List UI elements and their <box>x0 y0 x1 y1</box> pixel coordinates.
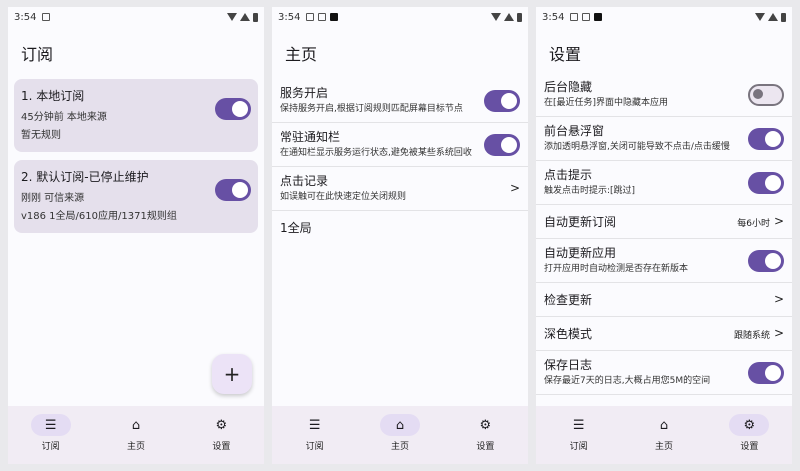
home-icon: ⌂ <box>659 417 669 433</box>
gear-icon: ⚙ <box>479 417 492 433</box>
bottom-nav: ☰ 订阅 ⌂ 主页 ⚙ 设置 <box>536 406 792 464</box>
home-icon: ⌂ <box>379 414 420 436</box>
signal-icon <box>240 13 250 21</box>
card-rules: v186 1全局/610应用/1371规则组 <box>21 211 177 222</box>
image-icon <box>570 13 579 21</box>
phone-subscriptions: 3:54 订阅 1. 本地订阅 45分钟前 本地来源 暂无规则 2. 默认订阅-… <box>8 7 264 464</box>
save-log-row[interactable]: 保存日志 保存最近7天的日志,大概占用您5M的空间 <box>536 351 792 395</box>
card-rules: 暂无规则 <box>21 130 61 141</box>
wifi-icon <box>491 13 501 21</box>
floating-window-toggle[interactable] <box>748 127 784 150</box>
click-tip-toggle[interactable] <box>748 171 784 194</box>
chevron-right-icon: > <box>773 325 784 340</box>
bottom-nav: ☰ 订阅 ⌂ 主页 ⚙ 设置 <box>272 406 528 464</box>
chevron-right-icon: > <box>773 291 784 306</box>
notification-icon <box>318 13 327 21</box>
global-count: 1全局 <box>280 221 312 235</box>
status-bar: 3:54 <box>8 7 264 27</box>
check-update-row[interactable]: 检查更新 > <box>536 283 792 317</box>
bottom-nav: ☰ 订阅 ⌂ 主页 ⚙ 设置 <box>8 406 264 464</box>
phone-home: 3:54 主页 服务开启 保持服务开启,根据订阅规则匹配屏幕目标节点 常驻通知栏… <box>272 7 528 464</box>
list-icon: ☰ <box>572 417 585 433</box>
update-interval-value: 每6小时 <box>737 218 770 229</box>
card-title: 1. 本地订阅 <box>21 89 85 103</box>
signal-icon <box>768 13 778 21</box>
status-time: 3:54 <box>278 11 301 23</box>
save-log-toggle[interactable] <box>748 361 784 384</box>
gear-icon: ⚙ <box>729 414 770 436</box>
nav-item-subscriptions[interactable]: ☰ 订阅 <box>272 406 357 464</box>
gear-icon: ⚙ <box>215 417 228 433</box>
square-icon <box>330 13 339 21</box>
add-subscription-button[interactable]: + <box>212 354 252 394</box>
subscription-card[interactable]: 2. 默认订阅-已停止维护 刚刚 可信来源 v186 1全局/610应用/137… <box>14 160 258 233</box>
square-icon <box>594 13 603 21</box>
nav-item-settings[interactable]: ⚙ 设置 <box>179 406 264 464</box>
home-icon: ⌂ <box>131 417 141 433</box>
notification-icon <box>582 13 591 21</box>
auto-update-app-row[interactable]: 自动更新应用 打开应用时自动检测是否存在新版本 <box>536 239 792 283</box>
nav-item-settings[interactable]: ⚙ 设置 <box>707 406 792 464</box>
nav-item-home[interactable]: ⌂ 主页 <box>621 406 706 464</box>
image-icon <box>306 13 315 21</box>
page-title: 设置 <box>549 45 582 64</box>
hide-background-row[interactable]: 后台隐藏 在[最近任务]界面中隐藏本应用 <box>536 73 792 117</box>
card-title: 2. 默认订阅-已停止维护 <box>21 170 149 184</box>
notification-toggle[interactable] <box>484 133 520 156</box>
nav-item-home[interactable]: ⌂ 主页 <box>93 406 178 464</box>
nav-item-settings[interactable]: ⚙ 设置 <box>443 406 528 464</box>
list-icon: ☰ <box>308 417 321 433</box>
service-row[interactable]: 服务开启 保持服务开启,根据订阅规则匹配屏幕目标节点 <box>272 79 528 123</box>
battery-icon <box>253 12 258 22</box>
battery-icon <box>781 12 786 22</box>
dark-mode-row[interactable]: 深色模式 跟随系统 > <box>536 317 792 351</box>
status-bar: 3:54 <box>536 7 792 27</box>
status-bar: 3:54 <box>272 7 528 27</box>
status-time: 3:54 <box>542 11 565 23</box>
subscription-card[interactable]: 1. 本地订阅 45分钟前 本地来源 暂无规则 <box>14 79 258 152</box>
floating-window-row[interactable]: 前台悬浮窗 添加透明悬浮窗,关闭可能导致不点击/点击缓慢 <box>536 117 792 161</box>
wifi-icon <box>755 13 765 21</box>
phone-settings: 3:54 设置 后台隐藏 在[最近任务]界面中隐藏本应用 前台悬浮窗 添加透明悬… <box>536 7 792 464</box>
list-icon: ☰ <box>30 414 71 436</box>
battery-icon <box>517 12 522 22</box>
chevron-right-icon: > <box>509 180 520 195</box>
nav-item-home[interactable]: ⌂ 主页 <box>357 406 442 464</box>
notification-icon <box>42 13 51 21</box>
signal-icon <box>504 13 514 21</box>
chevron-right-icon: > <box>773 213 784 228</box>
page-title: 主页 <box>285 45 318 64</box>
click-tip-row[interactable]: 点击提示 触发点击时提示:[跳过] <box>536 161 792 205</box>
subscription-toggle[interactable] <box>215 179 251 201</box>
auto-update-app-toggle[interactable] <box>748 249 784 272</box>
page-title: 订阅 <box>21 45 54 64</box>
hide-background-toggle[interactable] <box>748 83 784 106</box>
stage: 3:54 订阅 1. 本地订阅 45分钟前 本地来源 暂无规则 2. 默认订阅-… <box>0 0 800 471</box>
wifi-icon <box>227 13 237 21</box>
auto-update-subscription-row[interactable]: 自动更新订阅 每6小时 > <box>536 205 792 239</box>
nav-item-subscriptions[interactable]: ☰ 订阅 <box>8 406 93 464</box>
nav-item-subscriptions[interactable]: ☰ 订阅 <box>536 406 621 464</box>
status-time: 3:54 <box>14 11 37 23</box>
subscription-toggle[interactable] <box>215 98 251 120</box>
notification-row[interactable]: 常驻通知栏 在通知栏显示服务运行状态,避免被某些系统回收 <box>272 123 528 167</box>
dark-mode-value: 跟随系统 <box>733 330 770 341</box>
service-toggle[interactable] <box>484 89 520 112</box>
click-log-row[interactable]: 点击记录 如误触可在此快速定位关闭规则 > <box>272 167 528 211</box>
